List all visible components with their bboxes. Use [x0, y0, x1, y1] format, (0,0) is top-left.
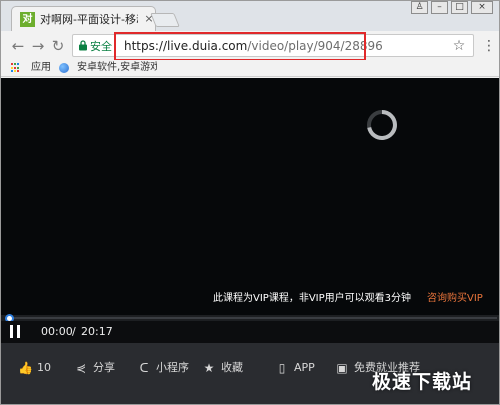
share-button[interactable]: ⋞ 分享 [74, 360, 115, 376]
user-icon[interactable]: ♙ [411, 1, 428, 14]
phone-icon: ▯ [278, 361, 286, 375]
maximize-button[interactable]: □ [451, 1, 468, 14]
pause-button[interactable] [10, 325, 24, 339]
mini-program-button[interactable]: ᑕ 小程序 [137, 360, 189, 376]
apps-grid-icon[interactable] [11, 63, 21, 73]
bookmark-star-icon[interactable]: ☆ [451, 38, 467, 54]
briefcase-icon: ▣ [336, 361, 348, 375]
star-icon: ★ [203, 361, 215, 375]
mini-program-label: 小程序 [156, 361, 189, 374]
new-tab-button[interactable] [150, 13, 180, 27]
url-highlight-box [114, 32, 366, 61]
loading-spinner-icon [367, 110, 397, 140]
tab-strip: 对 对啊网-平面设计-移动UI × ♙ – □ × [1, 1, 499, 31]
time-separator: / [72, 325, 76, 338]
like-button[interactable]: 👍 10 [18, 360, 51, 376]
like-count: 10 [37, 361, 51, 374]
back-button[interactable]: ← [9, 37, 27, 55]
player-controls: 00:00 / 20:17 [1, 321, 499, 343]
address-bar[interactable]: 安全 https://live.duia.com/video/play/904/… [72, 32, 474, 61]
close-window-button[interactable]: × [471, 1, 493, 14]
bookmarks-bar: 应用 安卓软件,安卓游戏, [1, 60, 499, 77]
share-icon: ⋞ [75, 361, 87, 375]
browser-tab[interactable]: 对 对啊网-平面设计-移动UI × [11, 6, 156, 31]
reload-button[interactable]: ↻ [49, 37, 67, 55]
bookmark-apps[interactable]: 应用 [31, 61, 51, 75]
tab-title: 对啊网-平面设计-移动UI [40, 13, 138, 26]
lock-icon [79, 40, 87, 51]
vip-message: 此课程为VIP课程，非VIP用户可以观看3分钟 [213, 293, 412, 304]
progress-track [9, 317, 497, 319]
window-controls: ♙ – □ × [411, 1, 493, 17]
thumbs-up-icon: 👍 [18, 361, 33, 375]
forward-button[interactable]: → [29, 37, 47, 55]
video-player[interactable]: 此课程为VIP课程，非VIP用户可以观看3分钟 咨询购买VIP [1, 78, 499, 318]
favorite-label: 收藏 [221, 361, 243, 374]
vip-banner: 此课程为VIP课程，非VIP用户可以观看3分钟 咨询购买VIP [1, 283, 499, 313]
bookmark-site[interactable]: 安卓软件,安卓游戏, [77, 61, 157, 75]
current-time: 00:00 [41, 325, 73, 338]
share-label: 分享 [93, 361, 115, 374]
browser-window: 对 对啊网-平面设计-移动UI × ♙ – □ × ← → ↻ 安全 https… [0, 0, 500, 405]
browser-menu-icon[interactable]: ⋮ [482, 38, 496, 54]
globe-icon [59, 63, 69, 73]
total-time: 20:17 [81, 325, 113, 338]
site-favicon-icon: 对 [20, 12, 35, 27]
mini-program-icon: ᑕ [139, 361, 149, 375]
app-label: APP [294, 361, 315, 374]
favorite-button[interactable]: ★ 收藏 [202, 360, 243, 376]
site-watermark: 极速下载站 [372, 371, 473, 393]
minimize-button[interactable]: – [431, 1, 448, 14]
buy-vip-link[interactable]: 咨询购买VIP [427, 292, 483, 306]
secure-label: 安全 [90, 40, 112, 53]
app-button[interactable]: ▯ APP [275, 360, 315, 376]
browser-toolbar: ← → ↻ 安全 https://live.duia.com/video/pla… [1, 31, 499, 61]
